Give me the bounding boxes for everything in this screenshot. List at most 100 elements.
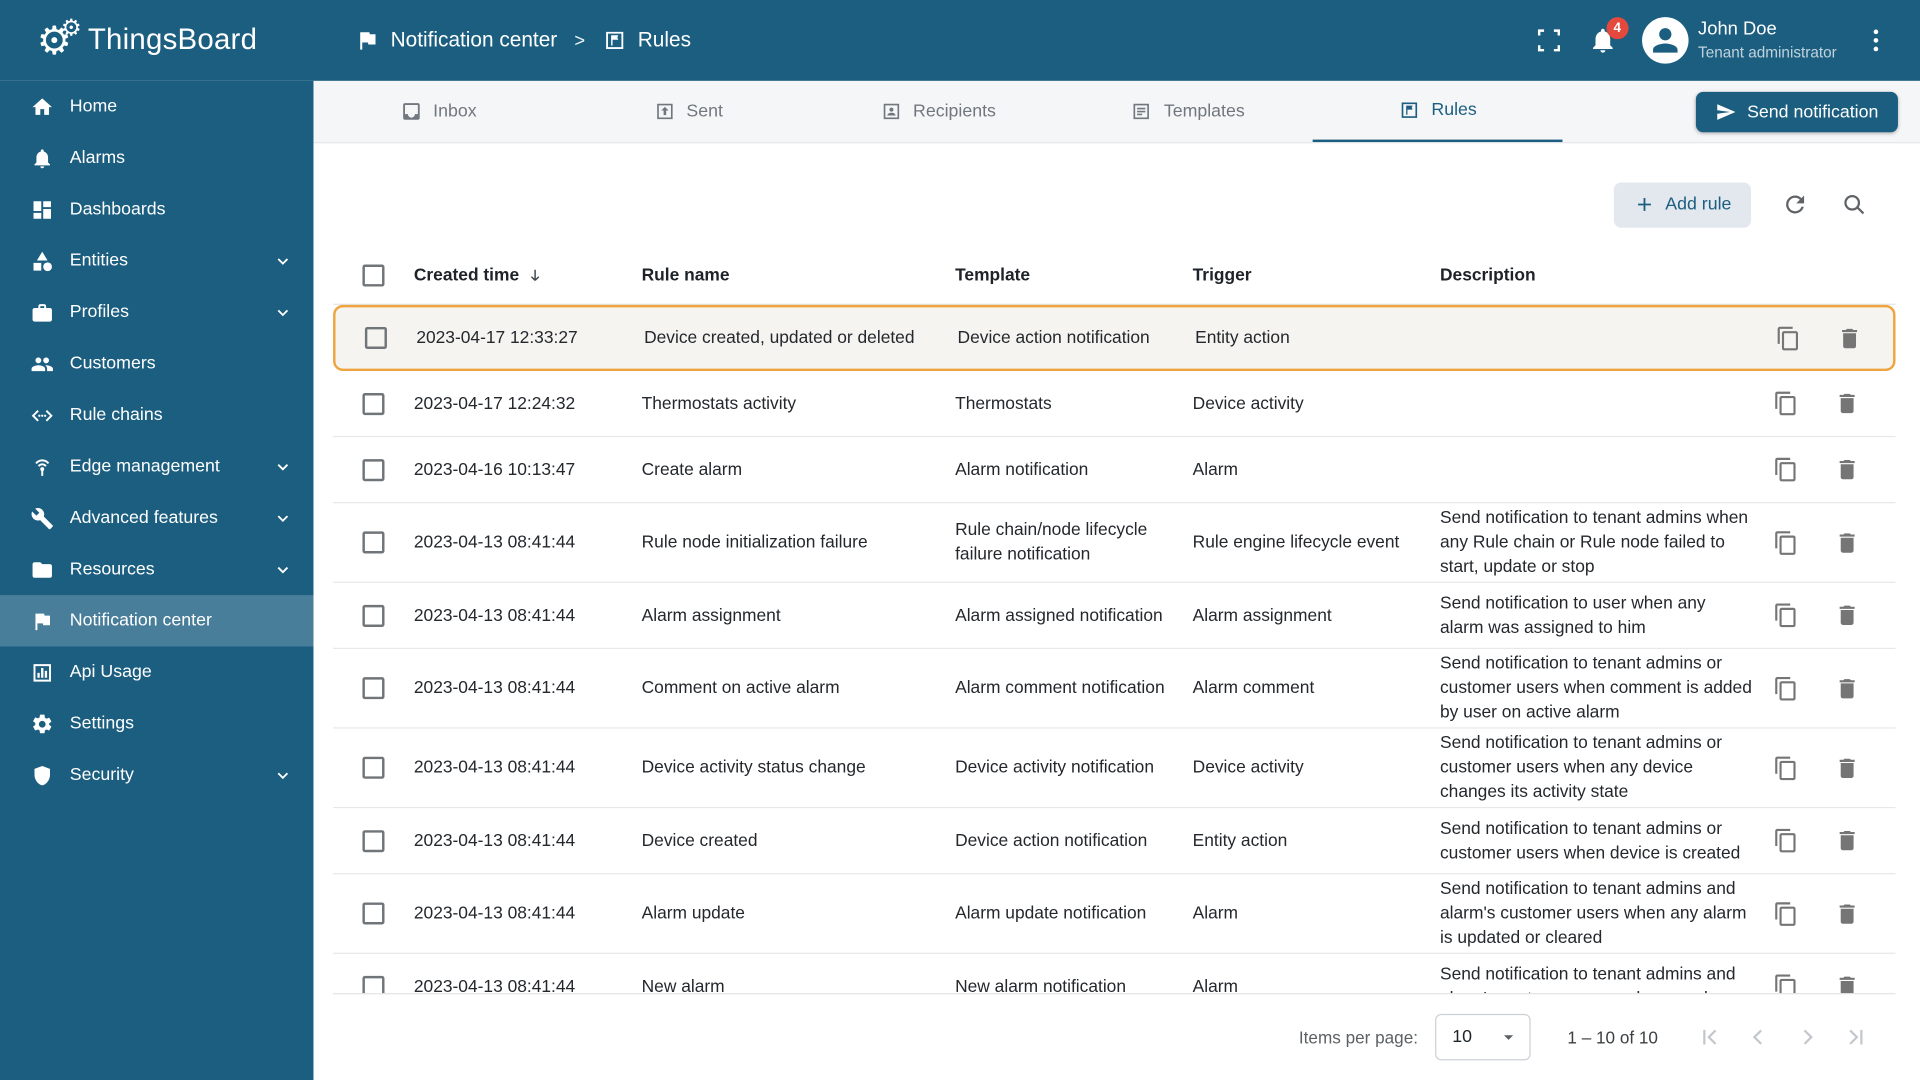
cell-template: Device action notification [957, 328, 1150, 348]
caret-down-icon [1498, 1026, 1520, 1048]
table-row[interactable]: 2023-04-13 08:41:44 Rule node initializat… [333, 503, 1896, 583]
header-template[interactable]: Template [955, 265, 1193, 285]
refresh-button[interactable] [1771, 180, 1820, 229]
table-row[interactable]: 2023-04-16 10:13:47 Create alarm Alarm not… [333, 437, 1896, 504]
delete-rule-button[interactable] [1834, 901, 1860, 927]
row-checkbox[interactable] [362, 604, 385, 627]
row-checkbox[interactable] [364, 326, 387, 349]
page-size-select[interactable]: 10 [1435, 1013, 1531, 1061]
copy-rule-button[interactable] [1773, 457, 1799, 483]
brand-name: ThingsBoard [87, 23, 258, 57]
previous-page-button[interactable] [1734, 1013, 1783, 1062]
sidebar-item-entities[interactable]: Entities [0, 235, 313, 286]
page-range-label: 1 – 10 of 10 [1567, 1027, 1658, 1047]
more-menu-button[interactable] [1854, 18, 1898, 62]
table-row[interactable]: 2023-04-13 08:41:44 Device created Device … [333, 808, 1896, 875]
cell-created-time: 2023-04-16 10:13:47 [413, 459, 576, 480]
sidebar-item-customers[interactable]: Customers [0, 338, 313, 389]
header-created-time[interactable]: Created time [414, 265, 519, 285]
sidebar-item-label: Api Usage [69, 662, 152, 683]
avatar[interactable] [1641, 17, 1689, 64]
delete-rule-button[interactable] [1834, 675, 1860, 701]
copy-rule-button[interactable] [1773, 828, 1799, 854]
sidebar-item-api-usage[interactable]: Api Usage [0, 647, 313, 698]
delete-rule-button[interactable] [1834, 602, 1860, 628]
tab-inbox[interactable]: Inbox [313, 81, 563, 142]
sidebar-item-advanced-features[interactable]: Advanced features [0, 492, 313, 543]
search-button[interactable] [1829, 180, 1878, 229]
send-notification-button[interactable]: Send notification [1695, 91, 1898, 133]
header-description[interactable]: Description [1440, 265, 1771, 285]
breadcrumb-parent[interactable]: Notification center [391, 28, 558, 52]
delete-rule-button[interactable] [1834, 391, 1860, 417]
copy-rule-button[interactable] [1773, 675, 1799, 701]
cell-description [1440, 401, 1771, 406]
sidebar-item-profiles[interactable]: Profiles [0, 287, 313, 338]
table-row[interactable]: 2023-04-17 12:24:32 Thermostats activity T… [333, 371, 1896, 438]
row-checkbox[interactable] [362, 902, 385, 925]
logo-gear-small-icon: ⚙ [60, 15, 82, 42]
cell-template: Alarm comment notification [955, 678, 1165, 698]
sidebar-item-notification-center[interactable]: Notification center [0, 595, 314, 647]
copy-rule-button[interactable] [1773, 901, 1799, 927]
row-checkbox[interactable] [362, 756, 385, 779]
table-row[interactable]: 2023-04-13 08:41:44 Alarm assignment Alarm… [333, 583, 1896, 649]
cell-rule-name: Alarm update [641, 903, 745, 924]
table-row[interactable]: 2023-04-13 08:41:44 Comment on active ala… [333, 649, 1896, 729]
cell-description: Send notification to tenant admins or cu… [1440, 818, 1741, 863]
row-checkbox[interactable] [362, 458, 385, 481]
top-header: ⚙ ⚙ ThingsBoard Notification center > Ru… [0, 0, 1920, 81]
header-rule-name[interactable]: Rule name [642, 265, 955, 285]
sidebar-item-settings[interactable]: Settings [0, 698, 313, 749]
table-row[interactable]: 2023-04-13 08:41:44 Alarm update Alarm upd… [333, 874, 1896, 954]
row-checkbox[interactable] [362, 392, 385, 415]
copy-rule-button[interactable] [1773, 755, 1799, 781]
sidebar-item-label: Resources [69, 559, 155, 580]
row-actions [1771, 530, 1896, 556]
delete-rule-button[interactable] [1837, 325, 1863, 351]
delete-rule-button[interactable] [1834, 828, 1860, 854]
cell-rule-name: Alarm assignment [641, 605, 781, 626]
next-page-button[interactable] [1783, 1013, 1832, 1062]
add-rule-button[interactable]: Add rule [1613, 181, 1752, 228]
header-trigger[interactable]: Trigger [1193, 265, 1440, 285]
tab-group: Inbox Sent Recipients Templates Rules [313, 81, 1563, 143]
notifications-button[interactable]: 4 [1580, 17, 1629, 62]
copy-rule-button[interactable] [1776, 325, 1802, 351]
select-all-checkbox[interactable] [362, 263, 385, 286]
last-page-button[interactable] [1832, 1013, 1881, 1062]
sidebar-item-edge-management[interactable]: Edge management [0, 441, 313, 492]
rule-chains-icon [31, 403, 54, 426]
row-checkbox[interactable] [362, 829, 385, 852]
row-checkbox[interactable] [362, 677, 385, 700]
fullscreen-button[interactable] [1527, 18, 1571, 62]
refresh-icon [1786, 195, 1805, 214]
row-actions [1771, 828, 1896, 854]
brand-logo[interactable]: ⚙ ⚙ ThingsBoard [0, 17, 313, 60]
first-page-button[interactable] [1685, 1013, 1734, 1062]
cell-created-time: 2023-04-17 12:24:32 [413, 393, 576, 414]
sidebar-item-home[interactable]: Home [0, 81, 313, 132]
cell-created-time: 2023-04-13 08:41:44 [413, 532, 576, 553]
delete-rule-button[interactable] [1834, 457, 1860, 483]
copy-rule-button[interactable] [1773, 391, 1799, 417]
copy-rule-button[interactable] [1773, 530, 1799, 556]
sort-desc-icon[interactable] [525, 265, 545, 285]
tab-templates[interactable]: Templates [1063, 81, 1313, 142]
sidebar-item-security[interactable]: Security [0, 749, 313, 800]
tab-recipients[interactable]: Recipients [813, 81, 1063, 142]
cell-trigger: Entity action [1195, 328, 1290, 348]
tab-rules[interactable]: Rules [1312, 81, 1563, 143]
sidebar-item-dashboards[interactable]: Dashboards [0, 184, 313, 235]
tab-sent[interactable]: Sent [563, 81, 813, 142]
sidebar-item-rule-chains[interactable]: Rule chains [0, 389, 313, 440]
table-row[interactable]: 2023-04-13 08:41:44 Device activity statu… [333, 729, 1896, 809]
delete-rule-button[interactable] [1834, 755, 1860, 781]
delete-rule-button[interactable] [1834, 530, 1860, 556]
copy-rule-button[interactable] [1773, 602, 1799, 628]
table-row[interactable]: 2023-04-17 12:33:27 Device created, updat… [333, 304, 1898, 372]
sidebar-item-resources[interactable]: Resources [0, 544, 313, 595]
sidebar-item-alarms[interactable]: Alarms [0, 132, 313, 183]
row-checkbox[interactable] [362, 531, 385, 554]
row-actions [1773, 325, 1898, 351]
